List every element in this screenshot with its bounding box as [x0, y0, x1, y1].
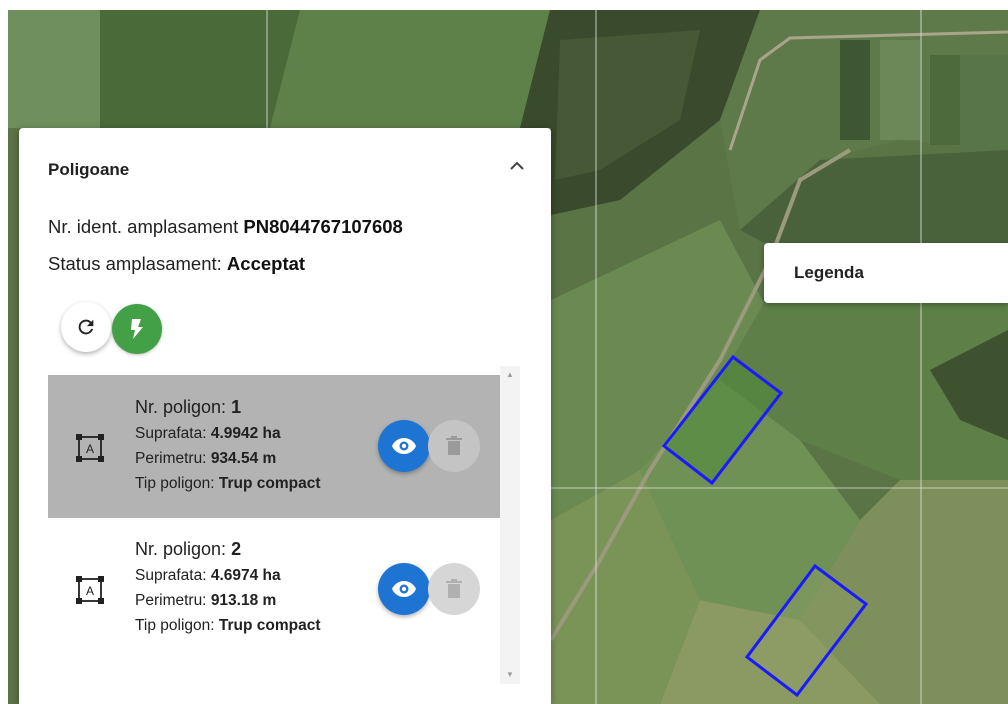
polygon-shape-icon: A — [76, 576, 104, 604]
polygon-perimeter: Perimetru: 934.54 m — [135, 450, 277, 467]
status-value: Acceptat — [226, 253, 306, 274]
status-label: Status amplasament: — [48, 253, 222, 274]
status-row: Status amplasament: Acceptat — [48, 253, 305, 275]
eye-icon — [392, 438, 416, 454]
ident-value: PN8044767107608 — [243, 216, 403, 237]
collapse-button[interactable] — [503, 152, 531, 180]
legend-title: Legenda — [794, 263, 864, 282]
polygon-list-item[interactable]: A Nr. poligon: 2 Suprafata: 4.6974 ha Pe… — [48, 518, 500, 661]
legend-panel[interactable]: Legenda — [764, 243, 1008, 303]
scroll-down-arrow-icon[interactable]: ▼ — [505, 670, 515, 680]
scroll-up-arrow-icon[interactable]: ▲ — [505, 370, 515, 380]
list-scrollbar[interactable]: ▲ ▼ — [500, 366, 520, 684]
polygon-number: Nr. poligon: 1 — [135, 397, 242, 417]
polygon-type: Tip poligon: Trup compact — [135, 475, 321, 492]
bolt-icon — [131, 319, 143, 339]
polygon-area: Suprafata: 4.9942 ha — [135, 425, 281, 442]
polygon-perimeter: Perimetru: 913.18 m — [135, 592, 277, 609]
panel-title: Poligoane — [48, 160, 130, 179]
polygon-area: Suprafata: 4.6974 ha — [135, 567, 281, 584]
svg-text:A: A — [86, 442, 94, 456]
svg-text:A: A — [86, 584, 94, 598]
ident-label: Nr. ident. amplasament — [48, 216, 239, 237]
generate-button[interactable] — [112, 304, 162, 354]
view-polygon-button[interactable] — [378, 420, 430, 472]
trash-icon — [446, 579, 462, 598]
view-polygon-button[interactable] — [378, 563, 430, 615]
trash-icon — [446, 436, 462, 455]
polygon-shape-icon: A — [76, 434, 104, 462]
delete-polygon-button[interactable] — [428, 563, 480, 615]
chevron-up-icon — [510, 161, 524, 170]
polygon-list-item[interactable]: A Nr. poligon: 1 Suprafata: 4.9942 ha Pe… — [48, 375, 500, 518]
polygon-list[interactable]: A Nr. poligon: 1 Suprafata: 4.9942 ha Pe… — [48, 366, 520, 684]
polygon-type: Tip poligon: Trup compact — [135, 617, 321, 634]
polygon-number: Nr. poligon: 2 — [135, 539, 242, 559]
delete-polygon-button[interactable] — [428, 420, 480, 472]
polygons-panel: Poligoane Nr. ident. amplasament PN80447… — [19, 128, 551, 704]
ident-row: Nr. ident. amplasament PN8044767107608 — [48, 216, 403, 238]
refresh-icon — [78, 319, 94, 335]
refresh-button[interactable] — [61, 302, 111, 352]
eye-icon — [392, 581, 416, 597]
